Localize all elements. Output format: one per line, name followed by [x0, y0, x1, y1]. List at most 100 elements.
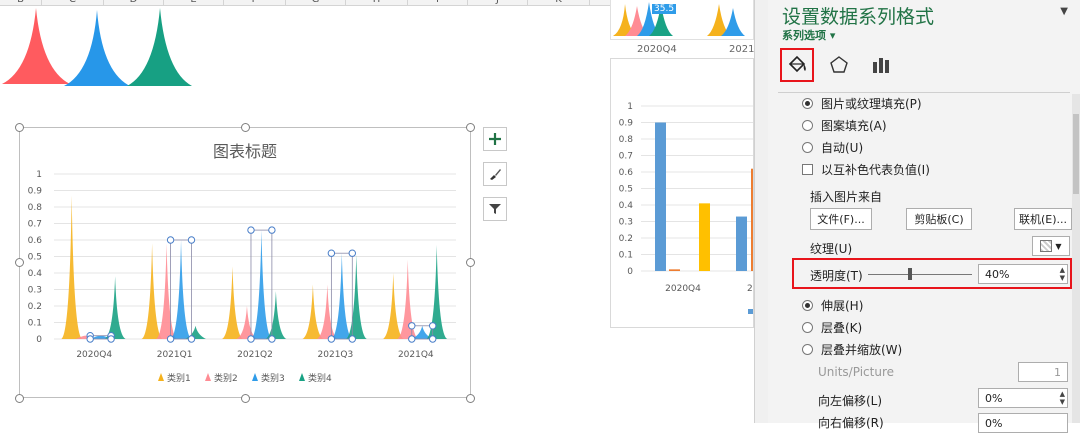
resize-handle-bl[interactable] [15, 394, 24, 403]
peak-blue [64, 10, 130, 86]
y-tick-label: 0.6 [619, 168, 634, 178]
legend-label: 类别4 [308, 372, 332, 384]
tab-effects[interactable] [822, 48, 856, 82]
y-tick-label: 1 [627, 102, 633, 112]
insert-from-label: 插入图片来自 [810, 190, 883, 204]
area-peak [222, 266, 243, 339]
resize-handle-tl[interactable] [15, 123, 24, 132]
chart-styles-button[interactable] [483, 162, 507, 186]
option-picture-fill[interactable]: 图片或纹理填充(P) [802, 95, 922, 112]
sheet-vertical-scrollbar[interactable] [754, 0, 768, 423]
area-peak [141, 243, 163, 339]
chart-elements-button[interactable] [483, 127, 507, 151]
legend-swatch [299, 373, 305, 381]
option-stack-scale[interactable]: 层叠并缩放(W) [802, 341, 902, 358]
online-button[interactable]: 联机(E)... [1014, 208, 1072, 230]
legend-swatch [748, 309, 753, 314]
option-stretch[interactable]: 伸展(H) [802, 297, 863, 314]
option-pattern-fill[interactable]: 图案填充(A) [802, 117, 887, 134]
resize-handle-l[interactable] [15, 258, 24, 267]
pane-separator [778, 92, 1070, 93]
label-picture-fill: 图片或纹理填充(P) [821, 97, 922, 111]
radio-stack-scale[interactable] [802, 344, 813, 355]
selection-marker [247, 335, 255, 343]
spin-icon[interactable]: ▲ ▼ [1060, 390, 1065, 406]
selection-marker [327, 249, 336, 257]
pane-scroll-thumb[interactable] [1073, 114, 1079, 194]
radio-auto[interactable] [802, 142, 813, 153]
peak-green [127, 8, 192, 86]
transparency-input[interactable]: 40% ▲ ▼ [978, 264, 1068, 284]
area-peak [331, 253, 353, 339]
clipboard-button[interactable]: 剪贴板(C) [906, 208, 972, 230]
selection-marker [408, 322, 416, 330]
transparency-slider-thumb[interactable] [907, 268, 912, 280]
selection-marker [86, 335, 94, 343]
radio-pattern-fill[interactable] [802, 120, 813, 131]
format-pane: 设置数据系列格式 ▼ 系列选项 ▾ 图片或纹理填充(P) 图案填充(A) 自动(… [768, 0, 1080, 433]
resize-handle-r[interactable] [466, 258, 475, 267]
y-tick-label: 0.7 [28, 220, 42, 230]
option-invert[interactable]: 以互补色代表负值(I) [802, 161, 930, 178]
area-peak [104, 276, 126, 339]
tab-fill-line[interactable] [780, 48, 814, 82]
bar [699, 203, 710, 271]
y-tick-label: 0.2 [28, 302, 42, 312]
y-tick-label: 0.3 [28, 286, 42, 296]
radio-stretch[interactable] [802, 300, 813, 311]
legend-swatch [252, 373, 258, 381]
chart-filter-button[interactable] [483, 197, 507, 221]
area-peak [61, 195, 83, 339]
y-tick-label: 0.4 [619, 201, 634, 211]
selection-marker [408, 335, 416, 343]
selection-marker [187, 236, 196, 244]
bar [655, 122, 666, 271]
chart2-top-label: 2020Q4 [637, 44, 677, 55]
resize-handle-br[interactable] [466, 394, 475, 403]
chart2-top-fragment[interactable]: 35.5 [610, 0, 754, 40]
units-input[interactable]: 1 [1018, 362, 1068, 382]
file-button[interactable]: 文件(F)... [810, 208, 872, 230]
bar-chart-icon [873, 58, 889, 73]
selection-marker [268, 226, 276, 234]
option-stack[interactable]: 层叠(K) [802, 319, 862, 336]
x-tick-label: 2021Q2 [237, 350, 273, 360]
selection-marker [247, 226, 255, 234]
selection-marker [348, 335, 356, 343]
resize-handle-tr[interactable] [466, 123, 475, 132]
area-peak [316, 284, 338, 339]
checkbox-invert[interactable] [802, 164, 813, 175]
second-chart[interactable]: 1 0.9 0.8 0.7 0.6 0.5 0.4 0.3 0.2 0.1 0 2020Q4 2 [610, 58, 754, 328]
radio-stack[interactable] [802, 322, 813, 333]
main-chart-plot[interactable]: 1 0.9 0.8 0.7 0.6 0.5 0.4 0.3 0.2 0.1 0 2020Q4 2021Q… [20, 128, 470, 397]
x-tick-label: 2020Q4 [76, 350, 112, 360]
plus-icon [489, 133, 501, 145]
option-auto[interactable]: 自动(U) [802, 139, 863, 156]
bar [736, 216, 747, 271]
pane-menu-icon[interactable]: ▼ [1060, 6, 1068, 17]
pane-title: 设置数据系列格式 [782, 6, 935, 28]
pane-scrollbar[interactable] [1072, 94, 1080, 423]
selection-marker [428, 322, 437, 330]
y-tick-label: 0.3 [619, 218, 633, 228]
resize-handle-b[interactable] [241, 394, 250, 403]
legend-label: 类别1 [167, 372, 191, 384]
texture-dropdown[interactable]: ▼ [1032, 236, 1070, 256]
radio-picture-fill[interactable] [802, 98, 813, 109]
resize-handle-t[interactable] [241, 123, 250, 132]
tab-series-options[interactable] [864, 48, 898, 82]
selection-marker [166, 335, 175, 343]
spin-icon[interactable]: ▲ ▼ [1060, 266, 1065, 282]
y-tick-label: 0 [627, 267, 633, 277]
y-tick-label: 0.8 [28, 203, 43, 213]
offset-right-input[interactable]: 0% [978, 413, 1068, 433]
y-tick-label: 0 [36, 335, 42, 345]
transparency-slider-track[interactable] [868, 274, 972, 275]
series-options-dropdown[interactable]: 系列选项 ▾ [782, 27, 835, 43]
peak-red [2, 8, 70, 84]
y-tick-label: 0.9 [28, 187, 43, 197]
chevron-down-icon: ▼ [1055, 241, 1062, 251]
offset-left-input[interactable]: 0% ▲ ▼ [978, 388, 1068, 408]
main-chart[interactable]: 图表标题 1 0.9 0.8 0.7 0.6 0.5 0.4 0.3 0.2 0.1 0 2020Q4… [19, 127, 471, 398]
second-chart-plot[interactable]: 1 0.9 0.8 0.7 0.6 0.5 0.4 0.3 0.2 0.1 0 2020Q4 2 [611, 59, 753, 327]
